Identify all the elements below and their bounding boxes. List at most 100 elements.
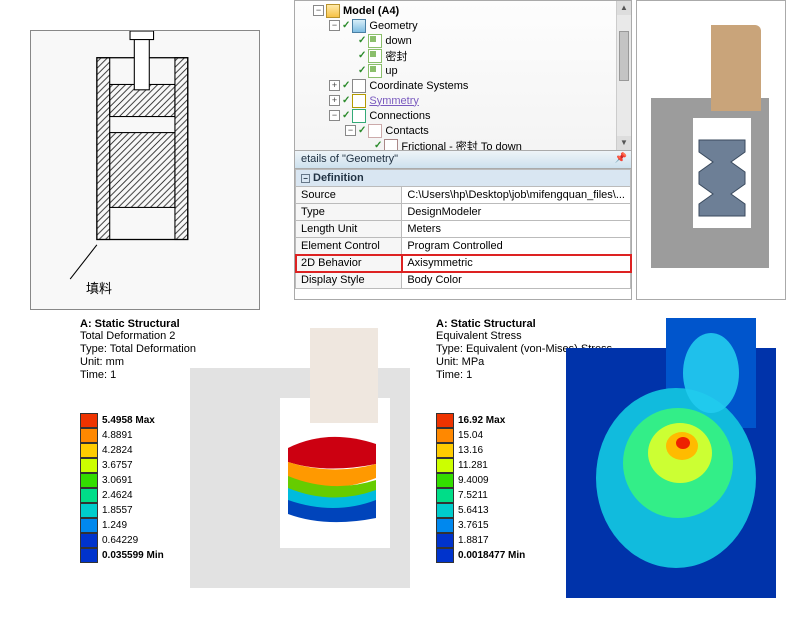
tree-label: Coordinate Systems xyxy=(369,80,468,92)
prop-value[interactable]: Body Color xyxy=(402,272,631,289)
prop-value[interactable]: Meters xyxy=(402,221,631,238)
check-icon: ✓ xyxy=(374,140,382,151)
tree-node-frictional[interactable]: ✓ Frictional - 密封 To down xyxy=(299,138,631,151)
group-label: Definition xyxy=(313,172,364,184)
deformation-contour xyxy=(190,328,410,598)
legend-value: 3.0691 xyxy=(102,475,133,486)
prop-key: Display Style xyxy=(296,272,402,289)
tree-node-symmetry[interactable]: +✓ Symmetry xyxy=(299,93,631,108)
body-icon xyxy=(368,34,382,48)
prop-value[interactable]: Program Controlled xyxy=(402,238,631,255)
prop-key: Element Control xyxy=(296,238,402,255)
legend-value: 1.8817 xyxy=(458,535,489,546)
tree-node-geometry[interactable]: −✓ Geometry xyxy=(299,18,631,33)
collapse-icon[interactable]: − xyxy=(329,110,340,121)
legend-value: 5.4958 Max xyxy=(102,415,155,426)
result-equivalent-stress: A: Static Structural Equivalent Stress T… xyxy=(436,318,776,608)
legend-value: 4.8891 xyxy=(102,430,133,441)
pin-icon[interactable]: 📌 xyxy=(615,153,627,164)
table-row[interactable]: SourceC:\Users\hp\Desktop\job\mifengquan… xyxy=(296,187,631,204)
tree-node-connections[interactable]: −✓ Connections xyxy=(299,108,631,123)
prop-key: Type xyxy=(296,204,402,221)
scroll-thumb[interactable] xyxy=(619,31,629,81)
table-row[interactable]: Display StyleBody Color xyxy=(296,272,631,289)
symmetry-icon xyxy=(352,94,366,108)
tree-node-body[interactable]: ✓ up xyxy=(299,63,631,78)
legend-value: 15.04 xyxy=(458,430,483,441)
expand-icon[interactable]: + xyxy=(329,80,340,91)
legend-value: 16.92 Max xyxy=(458,415,505,426)
check-icon: ✓ xyxy=(358,65,366,76)
tree-scrollbar[interactable]: ▲ ▼ xyxy=(616,1,631,150)
model-tree[interactable]: −Model (A4) −✓Geometry ✓down ✓密封 ✓up +✓C… xyxy=(295,1,631,151)
prop-value[interactable]: C:\Users\hp\Desktop\job\mifengquan_files… xyxy=(402,187,631,204)
legend-value: 7.5211 xyxy=(458,490,488,501)
stress-contour xyxy=(566,318,776,608)
scroll-up-icon[interactable]: ▲ xyxy=(617,1,631,15)
legend-value: 11.281 xyxy=(458,460,488,471)
tree-label: down xyxy=(385,35,411,47)
legend-value: 13.16 xyxy=(458,445,483,456)
tree-label: Model (A4) xyxy=(343,5,399,17)
result-total-deformation: A: Static Structural Total Deformation 2… xyxy=(80,318,420,608)
table-group-row[interactable]: −Definition xyxy=(296,170,631,187)
legend-value: 1.249 xyxy=(102,520,127,531)
details-table: −Definition SourceC:\Users\hp\Desktop\jo… xyxy=(295,169,631,289)
collapse-icon[interactable]: − xyxy=(301,174,310,183)
frictional-icon xyxy=(384,139,398,152)
check-icon: ✓ xyxy=(358,35,366,46)
tree-label: Symmetry xyxy=(369,95,419,107)
contacts-icon xyxy=(368,124,382,138)
details-title: etails of "Geometry" xyxy=(301,153,398,165)
tree-node-model[interactable]: − Model (A4) xyxy=(299,3,631,18)
sketch-label: 填料 xyxy=(86,278,112,297)
check-icon: ✓ xyxy=(342,20,350,31)
legend-value: 0.035599 Min xyxy=(102,550,164,561)
prop-key: Source xyxy=(296,187,402,204)
model-viewport[interactable] xyxy=(636,0,786,300)
legend-value: 5.6413 xyxy=(458,505,489,516)
mechanical-sketch: 填料 xyxy=(30,30,260,310)
tree-node-contacts[interactable]: −✓ Contacts xyxy=(299,123,631,138)
prop-value[interactable]: Axisymmetric xyxy=(402,255,631,272)
tree-label: Contacts xyxy=(385,125,428,137)
color-legend: 5.4958 Max 4.8891 4.2824 3.6757 3.0691 2… xyxy=(80,413,164,563)
tree-label: up xyxy=(385,65,397,77)
prop-key: 2D Behavior xyxy=(296,255,402,272)
legend-value: 3.6757 xyxy=(102,460,133,471)
expand-icon[interactable]: + xyxy=(329,95,340,106)
check-icon: ✓ xyxy=(342,95,350,106)
legend-value: 0.0018477 Min xyxy=(458,550,525,561)
check-icon: ✓ xyxy=(358,125,366,136)
prop-value[interactable]: DesignModeler xyxy=(402,204,631,221)
check-icon: ✓ xyxy=(342,80,350,91)
collapse-icon[interactable]: − xyxy=(313,5,324,16)
body-icon xyxy=(368,49,382,63)
collapse-icon[interactable]: − xyxy=(345,125,356,136)
table-row[interactable]: Element ControlProgram Controlled xyxy=(296,238,631,255)
table-row[interactable]: TypeDesignModeler xyxy=(296,204,631,221)
legend-value: 3.7615 xyxy=(458,520,489,531)
outline-panel: −Model (A4) −✓Geometry ✓down ✓密封 ✓up +✓C… xyxy=(294,0,632,300)
check-icon: ✓ xyxy=(358,50,366,61)
legend-value: 4.2824 xyxy=(102,445,133,456)
tree-label: Geometry xyxy=(369,20,417,32)
tree-node-body[interactable]: ✓密封 xyxy=(299,48,631,63)
tree-label: Connections xyxy=(369,110,430,122)
tree-node-coord[interactable]: +✓ Coordinate Systems xyxy=(299,78,631,93)
tree-label: Frictional - 密封 To down xyxy=(401,138,521,152)
table-row[interactable]: Length UnitMeters xyxy=(296,221,631,238)
table-row-2d-behavior[interactable]: 2D BehaviorAxisymmetric xyxy=(296,255,631,272)
legend-value: 2.4624 xyxy=(102,490,133,501)
color-legend: 16.92 Max 15.04 13.16 11.281 9.4009 7.52… xyxy=(436,413,525,563)
model-icon xyxy=(326,4,340,18)
prop-key: Length Unit xyxy=(296,221,402,238)
check-icon: ✓ xyxy=(342,110,350,121)
geometry-icon xyxy=(352,19,366,33)
tree-node-body[interactable]: ✓ down xyxy=(299,33,631,48)
legend-value: 1.8557 xyxy=(102,505,133,516)
connections-icon xyxy=(352,109,366,123)
scroll-down-icon[interactable]: ▼ xyxy=(617,136,631,150)
collapse-icon[interactable]: − xyxy=(329,20,340,31)
legend-value: 9.4009 xyxy=(458,475,489,486)
